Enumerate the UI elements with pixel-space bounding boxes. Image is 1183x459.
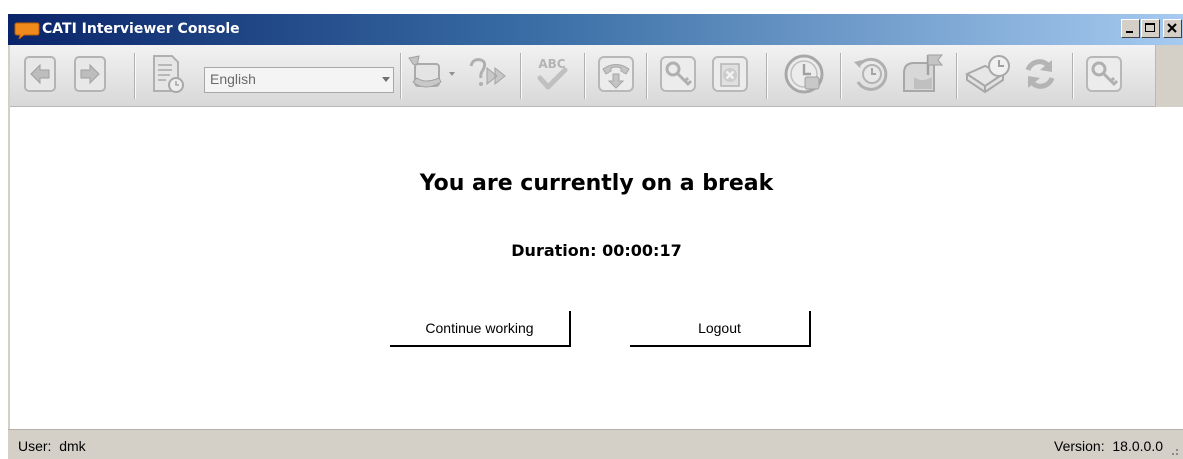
cancel-button[interactable]: [706, 49, 754, 99]
hang-up-button[interactable]: [592, 49, 640, 99]
chevron-down-icon: [382, 77, 390, 82]
duration-label: Duration:: [511, 241, 597, 260]
maximize-icon: [1145, 23, 1155, 32]
back-button[interactable]: [16, 49, 64, 99]
key-icon: [660, 56, 696, 92]
version-value: 18.0.0.0: [1112, 438, 1163, 454]
spell-check-button[interactable]: ABC: [528, 49, 576, 99]
toolbar-separator: [840, 53, 842, 99]
version-label: Version:: [1054, 438, 1105, 454]
minimize-icon: [1126, 31, 1133, 33]
app-window: CATI Interviewer Console English ABC You…: [8, 14, 1183, 459]
minimize-button[interactable]: [1121, 19, 1140, 38]
cancel-document-icon: [712, 56, 748, 92]
break-timer-icon: [784, 54, 824, 94]
forward-button[interactable]: [66, 49, 114, 99]
user-status: User: dmk: [18, 438, 86, 454]
appointment-book-icon: [964, 55, 1010, 94]
status-bar: User: dmk Version: 18.0.0.0: [8, 429, 1183, 459]
toolbar-separator: [400, 53, 402, 99]
skip-button[interactable]: [465, 49, 513, 99]
break-button[interactable]: [780, 49, 828, 99]
close-button[interactable]: [1163, 19, 1182, 38]
search-key-icon: [1086, 56, 1122, 92]
transfer-button[interactable]: [404, 49, 460, 99]
app-logo-icon: [14, 22, 40, 39]
user-value: dmk: [59, 438, 86, 454]
duration-line: Duration: 00:00:17: [10, 241, 1183, 260]
toolbar-separator: [584, 53, 586, 99]
phone-transfer-icon: [408, 55, 455, 88]
toolbar-separator: [956, 53, 958, 99]
key-button[interactable]: [654, 49, 702, 99]
continue-working-button[interactable]: Continue working: [390, 311, 571, 347]
history-button[interactable]: [143, 49, 191, 99]
language-value: English: [210, 71, 256, 87]
toolbar-separator: [1072, 53, 1074, 99]
toolbar-separator: [134, 53, 136, 99]
language-select[interactable]: English: [204, 67, 394, 93]
break-panel: You are currently on a break Duration: 0…: [10, 107, 1183, 429]
svg-text:ABC: ABC: [538, 57, 565, 71]
duration-value: 00:00:17: [602, 241, 682, 260]
mailbox-flag-icon: [903, 54, 944, 92]
back-arrow-icon: [24, 56, 56, 92]
search-key-button[interactable]: [1080, 49, 1128, 99]
close-icon: [1167, 23, 1177, 33]
toolbar-separator: [520, 53, 522, 99]
toolbar-separator: [766, 53, 768, 99]
appointments-button[interactable]: [962, 49, 1016, 99]
callback-button[interactable]: [846, 49, 894, 99]
logout-button[interactable]: Logout: [630, 311, 811, 347]
break-heading: You are currently on a break: [419, 171, 774, 196]
mailbox-button[interactable]: [896, 49, 950, 99]
spell-check-icon: ABC: [537, 57, 568, 90]
skip-forward-icon: [469, 58, 506, 86]
refresh-button[interactable]: [1016, 49, 1064, 99]
callback-clock-icon: [854, 57, 888, 91]
resize-grip-icon[interactable]: [1168, 445, 1180, 457]
version-status: Version: 18.0.0.0: [1054, 438, 1163, 454]
window-title: CATI Interviewer Console: [42, 21, 240, 37]
hang-up-phone-icon: [598, 56, 634, 92]
forward-arrow-icon: [74, 56, 106, 92]
title-bar[interactable]: CATI Interviewer Console: [8, 14, 1183, 45]
maximize-button[interactable]: [1141, 19, 1160, 38]
document-clock-icon: [153, 55, 184, 93]
refresh-icon: [1025, 59, 1055, 89]
user-label: User:: [18, 438, 52, 454]
toolbar: English ABC: [10, 45, 1156, 107]
toolbar-separator: [646, 53, 648, 99]
